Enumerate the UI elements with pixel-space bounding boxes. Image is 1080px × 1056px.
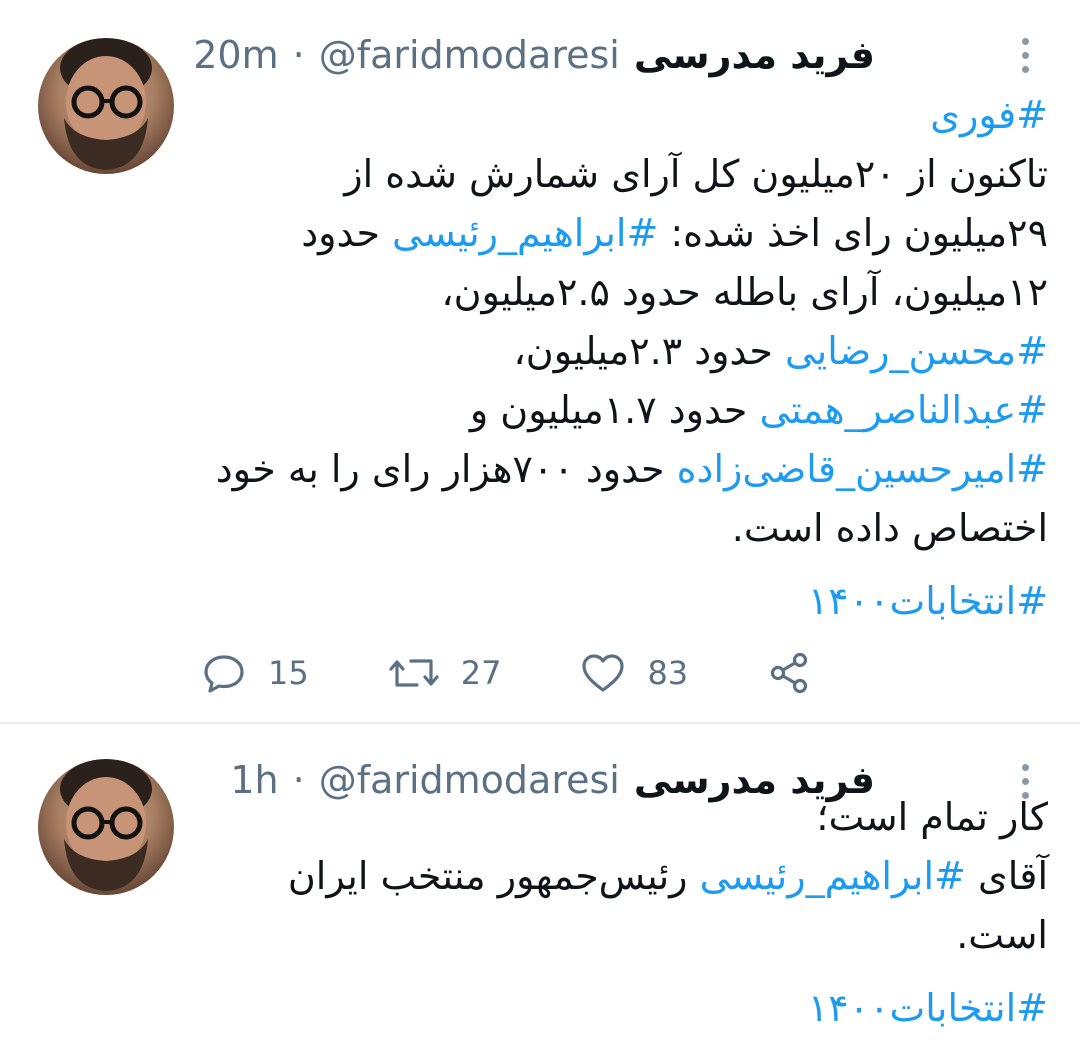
- retweet-arrows-icon: [387, 649, 441, 697]
- text-segment: کار تمام است؛: [816, 795, 1048, 839]
- share-button[interactable]: [766, 649, 814, 697]
- tweet-time[interactable]: 20m: [193, 33, 278, 77]
- text-line: اختصاص داده است.: [198, 499, 1048, 558]
- hashtag-link[interactable]: #فوری: [930, 93, 1048, 137]
- tweet-2[interactable]: 1h · @faridmodaresi فرید مدرسی کار تمام …: [0, 724, 1080, 1056]
- tweet-header: 20m · @faridmodaresi فرید مدرسی: [193, 25, 875, 85]
- avatar-photo: [60, 38, 152, 170]
- text-segment: تاکنون از ۲۰میلیون کل آرای شمارش شده از: [344, 152, 1048, 196]
- vertical-dots-icon: [1021, 37, 1029, 45]
- heart-icon: [579, 649, 627, 697]
- text-line: تاکنون از ۲۰میلیون کل آرای شمارش شده از: [198, 145, 1048, 204]
- text-line: #انتخابات۱۴۰۰: [198, 572, 1048, 631]
- text-segment: آقای: [965, 854, 1048, 898]
- reply-bubble-icon: [200, 649, 248, 697]
- author-name[interactable]: فرید مدرسی: [634, 33, 875, 77]
- text-segment: رئیس‌جمهور منتخب ایران: [287, 854, 700, 898]
- text-line: #محسن_رضایی حدود ۲.۳میلیون،: [198, 322, 1048, 381]
- text-segment: حدود: [301, 211, 393, 255]
- text-line: #عبدالناصر_همتی حدود ۱.۷میلیون و: [198, 381, 1048, 440]
- text-line: ۱۲میلیون، آرای باطله حدود ۲.۵میلیون،: [198, 263, 1048, 322]
- hashtag-link[interactable]: #امیرحسین_قاضی‌زاده: [677, 447, 1048, 491]
- text-line: #انتخابات۱۴۰۰: [198, 979, 1048, 1038]
- hashtag-link[interactable]: #انتخابات۱۴۰۰: [808, 986, 1048, 1030]
- text-segment: است.: [956, 913, 1048, 957]
- tweet-actions: 15 27 83: [200, 646, 892, 700]
- text-line: #امیرحسین_قاضی‌زاده حدود ۷۰۰هزار رای را …: [198, 440, 1048, 499]
- share-nodes-icon: [766, 649, 814, 697]
- tweet-text: کار تمام است؛ آقای #ابراهیم_رئیسی رئیس‌جم…: [198, 788, 1048, 1038]
- more-options-button[interactable]: [1010, 30, 1040, 80]
- avatar[interactable]: [38, 38, 174, 174]
- like-button[interactable]: 83: [579, 649, 688, 697]
- reply-count: 15: [268, 654, 309, 692]
- hashtag-link[interactable]: #انتخابات۱۴۰۰: [808, 579, 1048, 623]
- text-segment: حدود ۱.۷میلیون و: [469, 388, 760, 432]
- text-line: #فوری: [198, 86, 1048, 145]
- like-count: 83: [647, 654, 689, 692]
- hashtag-link[interactable]: #عبدالناصر_همتی: [760, 388, 1049, 432]
- vertical-dots-icon: [1021, 763, 1029, 771]
- text-segment: اختصاص داده است.: [731, 506, 1048, 550]
- retweet-button[interactable]: 27: [387, 649, 502, 697]
- text-line: آقای #ابراهیم_رئیسی رئیس‌جمهور منتخب ایر…: [198, 847, 1048, 906]
- text-line: است.: [198, 906, 1048, 965]
- avatar-photo: [60, 759, 152, 891]
- author-handle[interactable]: @faridmodaresi: [319, 33, 620, 77]
- meta-separator: ·: [292, 33, 305, 77]
- text-line: کار تمام است؛: [198, 788, 1048, 847]
- retweet-count: 27: [460, 654, 502, 692]
- avatar[interactable]: [38, 759, 174, 895]
- hashtag-link[interactable]: #ابراهیم_رئیسی: [700, 854, 966, 898]
- text-segment: ۲۹میلیون رای اخذ شده:: [658, 211, 1048, 255]
- text-segment: حدود ۲.۳میلیون،: [513, 329, 785, 373]
- tweet-1[interactable]: 20m · @faridmodaresi فرید مدرسی #فوری تاک…: [0, 0, 1080, 722]
- hashtag-link[interactable]: #ابراهیم_رئیسی: [392, 211, 658, 255]
- hashtag-link[interactable]: #محسن_رضایی: [785, 329, 1048, 373]
- text-segment: ۱۲میلیون، آرای باطله حدود ۲.۵میلیون،: [441, 270, 1048, 314]
- text-line: ۲۹میلیون رای اخذ شده: #ابراهیم_رئیسی حدو…: [198, 204, 1048, 263]
- reply-button[interactable]: 15: [200, 649, 309, 697]
- tweet-text: #فوری تاکنون از ۲۰میلیون کل آرای شمارش شد…: [198, 86, 1048, 631]
- text-segment: حدود ۷۰۰هزار رای را به خود: [215, 447, 677, 491]
